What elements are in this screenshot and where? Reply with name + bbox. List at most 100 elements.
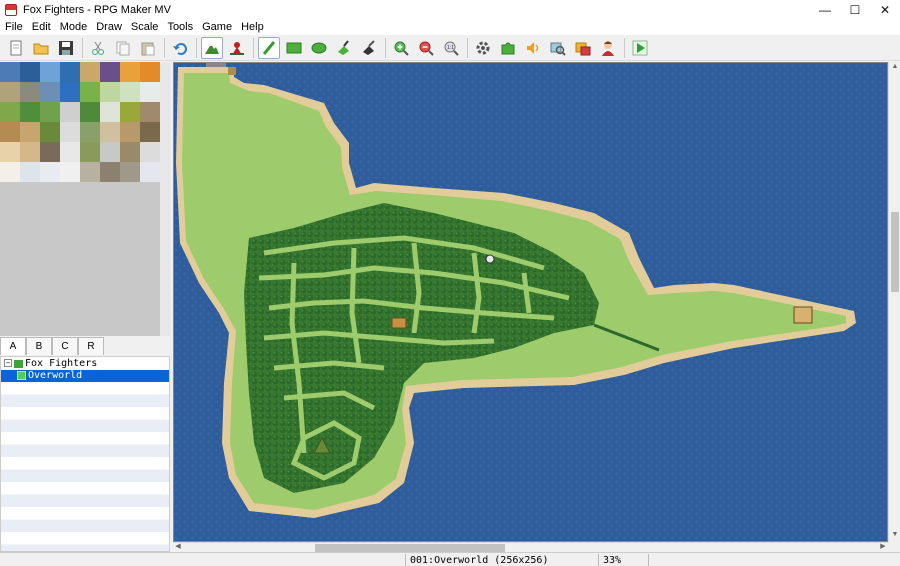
plugin-manager-icon[interactable] — [497, 37, 519, 59]
tree-item-project[interactable]: − Fox Fighters — [1, 357, 169, 370]
tileset-tile[interactable] — [60, 82, 80, 102]
database-icon[interactable] — [472, 37, 494, 59]
tileset-tile[interactable] — [60, 102, 80, 122]
tileset-tile[interactable] — [120, 122, 140, 142]
tileset-tile[interactable] — [100, 102, 120, 122]
event-mode-icon[interactable] — [226, 37, 248, 59]
tileset-tile[interactable] — [120, 82, 140, 102]
save-project-icon[interactable] — [55, 37, 77, 59]
resource-manager-icon[interactable] — [572, 37, 594, 59]
tileset-tile[interactable] — [20, 142, 40, 162]
menu-scale[interactable]: Scale — [131, 20, 159, 35]
tileset-tile[interactable] — [80, 82, 100, 102]
tileset-tile[interactable] — [0, 142, 20, 162]
scroll-down-icon[interactable]: ▼ — [889, 531, 900, 541]
maximize-button[interactable]: ☐ — [840, 0, 870, 20]
tab-b[interactable]: B — [26, 337, 52, 355]
tileset-tile[interactable] — [140, 142, 160, 162]
tileset-tile[interactable] — [100, 162, 120, 182]
fill-icon[interactable] — [333, 37, 355, 59]
tab-r[interactable]: R — [78, 337, 104, 355]
tileset-tile[interactable] — [40, 122, 60, 142]
tileset-tile[interactable] — [0, 162, 20, 182]
tileset-scrollbar[interactable] — [160, 62, 170, 336]
tileset-tile[interactable] — [80, 102, 100, 122]
tileset-tile[interactable] — [100, 62, 120, 82]
tileset-tile[interactable] — [0, 62, 20, 82]
tab-c[interactable]: C — [52, 337, 78, 355]
tileset-tile[interactable] — [80, 142, 100, 162]
menu-tools[interactable]: Tools — [167, 20, 193, 35]
map-horizontal-scrollbar[interactable]: ◀ ▶ — [173, 542, 888, 552]
scroll-up-icon[interactable]: ▲ — [889, 63, 900, 73]
tileset-tile[interactable] — [40, 82, 60, 102]
tileset-tile[interactable] — [120, 62, 140, 82]
paste-icon[interactable] — [137, 37, 159, 59]
tileset-tile[interactable] — [20, 102, 40, 122]
open-project-icon[interactable] — [30, 37, 52, 59]
tab-a[interactable]: A — [0, 337, 26, 355]
map-canvas[interactable] — [173, 62, 888, 542]
tileset-tile[interactable] — [120, 162, 140, 182]
minimize-button[interactable]: — — [810, 0, 840, 20]
tileset-tile[interactable] — [100, 142, 120, 162]
map-mode-icon[interactable] — [201, 36, 223, 59]
tree-item-overworld[interactable]: Overworld — [1, 369, 169, 382]
horizontal-scroll-thumb[interactable] — [315, 544, 505, 552]
close-button[interactable]: ✕ — [870, 0, 900, 20]
pencil-icon[interactable] — [258, 36, 280, 59]
copy-icon[interactable] — [112, 37, 134, 59]
playtest-icon[interactable] — [629, 37, 651, 59]
tileset-tile[interactable] — [120, 142, 140, 162]
tileset-tile[interactable] — [80, 62, 100, 82]
actual-size-icon[interactable]: 1:1 — [440, 37, 462, 59]
tileset-tile[interactable] — [140, 162, 160, 182]
tileset-tile[interactable] — [100, 122, 120, 142]
zoom-out-icon[interactable] — [415, 37, 437, 59]
zoom-in-icon[interactable] — [390, 37, 412, 59]
menu-file[interactable]: File — [5, 20, 23, 35]
vertical-scroll-thumb[interactable] — [891, 212, 899, 292]
event-searcher-icon[interactable] — [547, 37, 569, 59]
tileset-tile[interactable] — [60, 162, 80, 182]
tileset-tile[interactable] — [100, 82, 120, 102]
rectangle-icon[interactable] — [283, 37, 305, 59]
undo-icon[interactable] — [169, 37, 191, 59]
tileset-tile[interactable] — [0, 122, 20, 142]
character-generator-icon[interactable] — [597, 37, 619, 59]
tileset-tile[interactable] — [20, 62, 40, 82]
tileset-palette[interactable] — [0, 62, 160, 182]
tileset-tile[interactable] — [40, 142, 60, 162]
tileset-tile[interactable] — [140, 102, 160, 122]
menu-edit[interactable]: Edit — [32, 20, 51, 35]
tileset-tile[interactable] — [40, 162, 60, 182]
tileset-tile[interactable] — [0, 102, 20, 122]
scroll-right-icon[interactable]: ▶ — [878, 542, 888, 552]
tileset-tile[interactable] — [0, 82, 20, 102]
tileset-tile[interactable] — [140, 82, 160, 102]
tileset-tile[interactable] — [120, 102, 140, 122]
shadow-pen-icon[interactable] — [358, 37, 380, 59]
tileset-tile[interactable] — [20, 82, 40, 102]
tileset-tile[interactable] — [60, 122, 80, 142]
menu-help[interactable]: Help — [241, 20, 264, 35]
tileset-tile[interactable] — [80, 162, 100, 182]
collapse-icon[interactable]: − — [4, 359, 12, 368]
cut-icon[interactable] — [87, 37, 109, 59]
map-vertical-scrollbar[interactable]: ▲ ▼ — [888, 62, 900, 542]
tileset-tile[interactable] — [40, 62, 60, 82]
tileset-tile[interactable] — [80, 122, 100, 142]
tileset-tile[interactable] — [60, 62, 80, 82]
tileset-tile[interactable] — [20, 122, 40, 142]
tileset-tile[interactable] — [140, 122, 160, 142]
tileset-tile[interactable] — [20, 162, 40, 182]
menu-mode[interactable]: Mode — [60, 20, 88, 35]
ellipse-icon[interactable] — [308, 37, 330, 59]
new-project-icon[interactable] — [5, 37, 27, 59]
menu-game[interactable]: Game — [202, 20, 232, 35]
tileset-tile[interactable] — [40, 102, 60, 122]
sound-test-icon[interactable] — [522, 37, 544, 59]
tileset-tile[interactable] — [60, 142, 80, 162]
menu-draw[interactable]: Draw — [96, 20, 122, 35]
scroll-left-icon[interactable]: ◀ — [173, 542, 183, 552]
